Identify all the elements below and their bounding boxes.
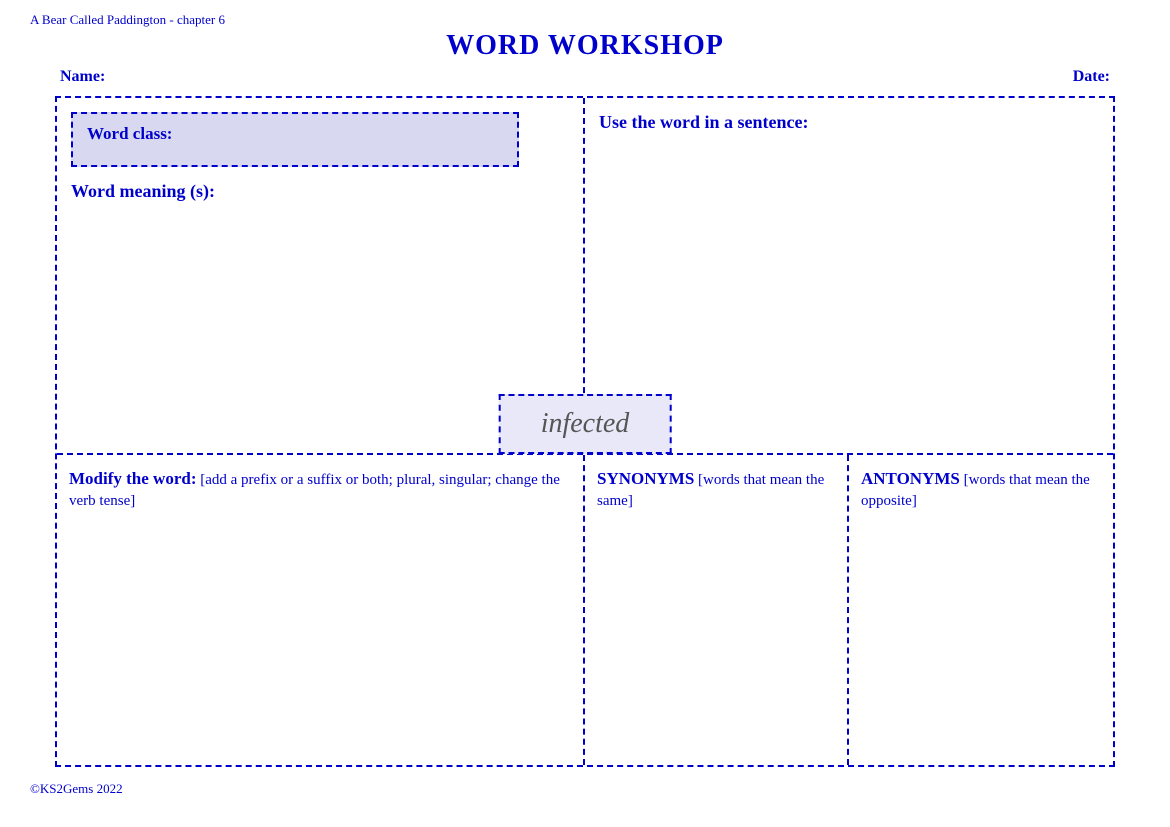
use-in-sentence-label: Use the word in a sentence:	[599, 112, 1099, 133]
page-title: WORD WORKSHOP	[0, 30, 1170, 62]
word-meaning-label: Word meaning (s):	[71, 181, 569, 202]
antonyms-label: ANTONYMS [words that mean the opposite]	[861, 467, 1101, 512]
center-word-box: infected	[499, 394, 672, 454]
name-label: Name:	[60, 68, 105, 86]
top-section: Word class: Word meaning (s): Use the wo…	[57, 98, 1113, 455]
footer: ©KS2Gems 2022	[0, 775, 1170, 803]
date-label: Date:	[1073, 68, 1110, 86]
bottom-col-antonyms: ANTONYMS [words that mean the opposite]	[849, 455, 1113, 765]
synonyms-label: SYNONYMS [words that mean the same]	[597, 467, 835, 512]
bottom-section: Modify the word: [add a prefix or a suff…	[57, 455, 1113, 765]
page-header-small: A Bear Called Paddington - chapter 6	[0, 0, 1170, 28]
word-class-box[interactable]: Word class:	[71, 112, 519, 167]
word-center-container: infected	[499, 393, 672, 453]
name-date-row: Name: Date:	[0, 68, 1170, 86]
modify-label: Modify the word: [add a prefix or a suff…	[69, 467, 571, 512]
bottom-col-synonyms: SYNONYMS [words that mean the same]	[585, 455, 849, 765]
main-grid: Word class: Word meaning (s): Use the wo…	[55, 96, 1115, 767]
bottom-col-modify: Modify the word: [add a prefix or a suff…	[57, 455, 585, 765]
